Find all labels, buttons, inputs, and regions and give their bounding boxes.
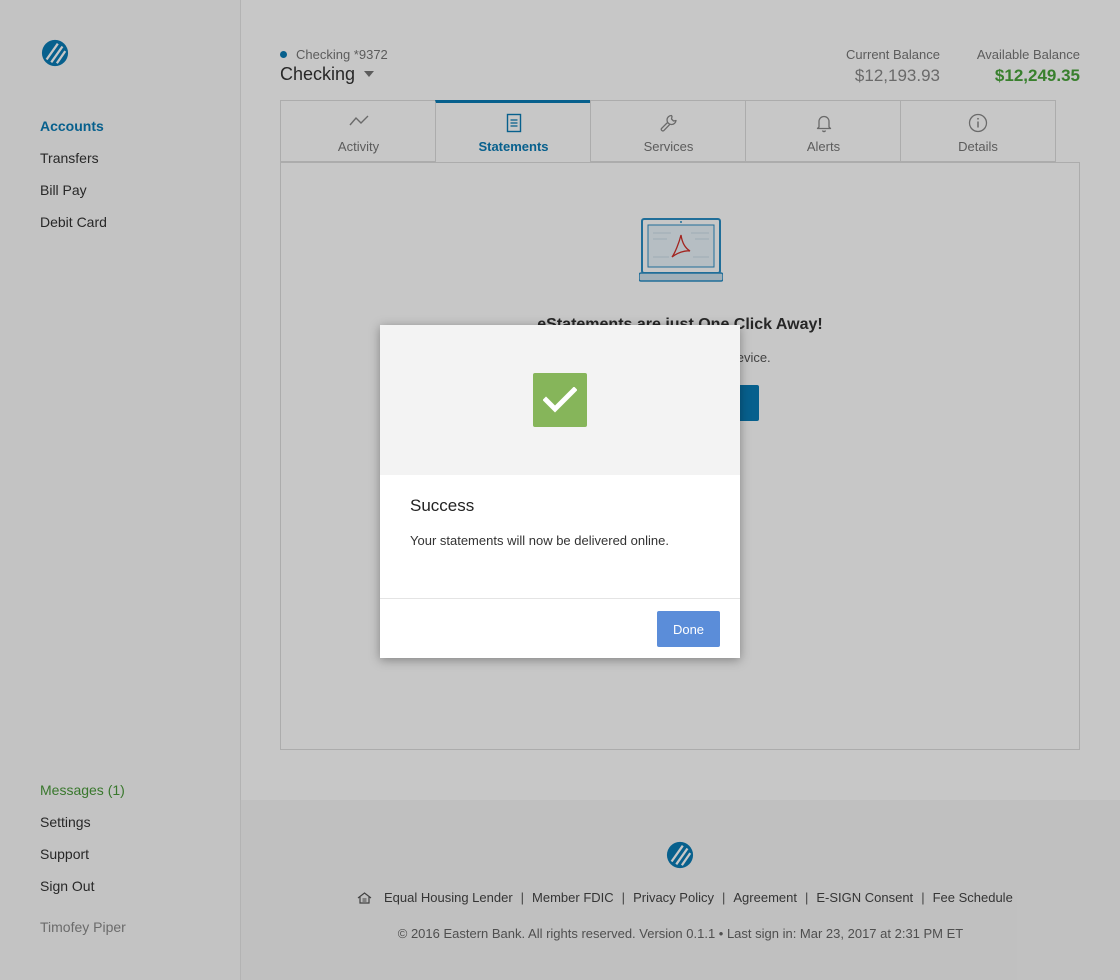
- modal-footer: Done: [380, 598, 740, 658]
- modal-message: Your statements will now be delivered on…: [410, 533, 669, 548]
- done-button[interactable]: Done: [657, 611, 720, 647]
- modal-header: [380, 325, 740, 475]
- modal-title: Success: [410, 496, 475, 515]
- checkmark-icon: [533, 373, 587, 427]
- success-modal: Success Your statements will now be deli…: [380, 325, 740, 658]
